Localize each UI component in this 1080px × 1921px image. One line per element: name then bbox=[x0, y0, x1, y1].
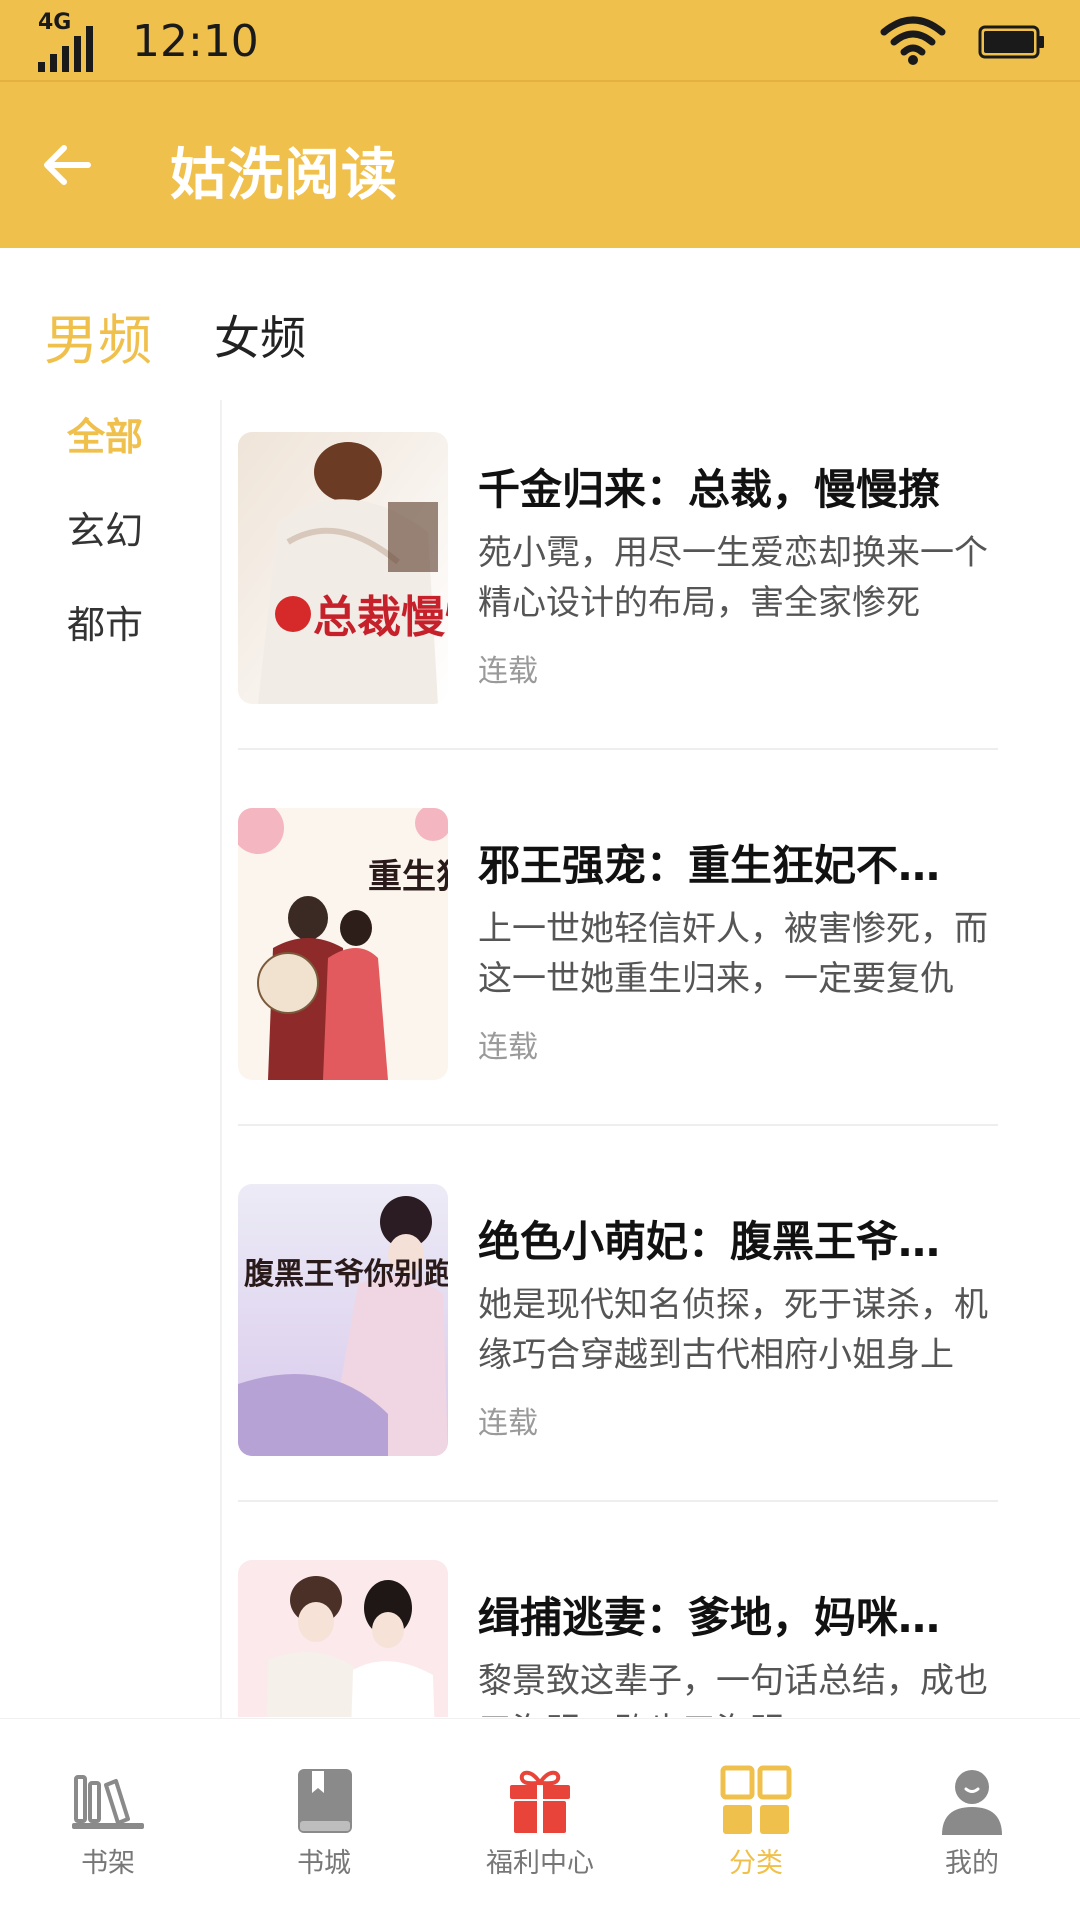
wifi-icon bbox=[880, 16, 946, 65]
book-cover[interactable]: 总裁慢慢撩 bbox=[238, 432, 448, 704]
nav-category[interactable]: 分类 bbox=[648, 1763, 864, 1880]
book-item[interactable]: 缉捕逃妻：爹地，妈咪又跑了 黎景致这辈子，一句话总结，成也三海明，败也三海明 连… bbox=[238, 1548, 998, 1717]
book-item[interactable]: 重生狂妃不好惹 邪王强宠：重生狂妃不好惹 上一世她轻信奸人，被害惨死，而这一世她… bbox=[238, 796, 998, 1172]
app-header: 姑洗阅读 bbox=[0, 82, 1080, 248]
nav-welfare-center[interactable]: 福利中心 bbox=[432, 1763, 648, 1880]
status-bar: 4G 12:10 bbox=[0, 0, 1080, 82]
list-divider bbox=[238, 1500, 998, 1502]
person-icon bbox=[942, 1770, 1002, 1835]
list-divider bbox=[238, 748, 998, 750]
tab-female[interactable]: 女频 bbox=[214, 302, 306, 368]
cover-title-text: 重生狂妃不好惹 bbox=[368, 858, 448, 896]
book-title[interactable]: 邪王强宠：重生狂妃不好惹 bbox=[478, 832, 958, 893]
book-list[interactable]: 总裁慢慢撩 千金归来：总裁，慢慢撩 苑小霓，用尽一生爱恋却换来一个精心设计的布局… bbox=[238, 420, 998, 1717]
book-title[interactable]: 缉捕逃妻：爹地，妈咪又跑了 bbox=[478, 1584, 958, 1645]
cover-title-text: 腹黑王爷你别跑 bbox=[244, 1258, 448, 1291]
page-title: 姑洗阅读 bbox=[170, 143, 398, 208]
book-description: 她是现代知名侦探，死于谋杀，机缘巧合穿越到古代相府小姐身上 bbox=[478, 1285, 988, 1375]
back-arrow-icon[interactable] bbox=[38, 136, 96, 194]
book-icon bbox=[298, 1769, 352, 1833]
book-status: 连载 bbox=[478, 1030, 538, 1065]
book-item[interactable]: 腹黑王爷你别跑 绝色小萌妃：腹黑王爷你别跑 她是现代知名侦探，死于谋杀，机缘巧合… bbox=[238, 1172, 998, 1548]
book-status: 连载 bbox=[478, 654, 538, 689]
book-description: 苑小霓，用尽一生爱恋却换来一个精心设计的布局，害全家惨死 bbox=[478, 533, 988, 623]
bottom-nav: 书架 书城 福利中心 分类 我的 bbox=[0, 1718, 1080, 1921]
nav-bookstore[interactable]: 书城 bbox=[216, 1763, 432, 1880]
book-description: 上一世她轻信奸人，被害惨死，而这一世她重生归来，一定要复仇 bbox=[478, 909, 988, 999]
nav-bookshelf[interactable]: 书架 bbox=[0, 1763, 216, 1880]
list-divider bbox=[238, 1124, 998, 1126]
book-cover[interactable]: 重生狂妃不好惹 bbox=[238, 808, 448, 1080]
battery-icon bbox=[978, 25, 1044, 59]
category-dushi[interactable]: 都市 bbox=[0, 594, 210, 649]
gift-icon bbox=[510, 1770, 570, 1833]
nav-label: 书架 bbox=[81, 1848, 135, 1879]
book-status: 连载 bbox=[478, 1406, 538, 1441]
clock: 12:10 bbox=[132, 16, 259, 67]
book-cover[interactable]: 腹黑王爷你别跑 bbox=[238, 1184, 448, 1456]
category-grid-icon bbox=[720, 1765, 792, 1834]
category-divider bbox=[220, 400, 222, 1720]
signal-icon bbox=[38, 26, 93, 72]
cover-title-text: 总裁慢慢撩 bbox=[313, 593, 448, 642]
book-title[interactable]: 绝色小萌妃：腹黑王爷你别跑 bbox=[478, 1208, 958, 1269]
nav-label: 书城 bbox=[297, 1848, 351, 1879]
bookshelf-icon bbox=[72, 1775, 144, 1829]
tab-male[interactable]: 男频 bbox=[44, 296, 152, 375]
category-xuanhuan[interactable]: 玄幻 bbox=[0, 500, 210, 555]
book-item[interactable]: 总裁慢慢撩 千金归来：总裁，慢慢撩 苑小霓，用尽一生爱恋却换来一个精心设计的布局… bbox=[238, 420, 998, 796]
nav-label: 分类 bbox=[729, 1848, 783, 1879]
category-all[interactable]: 全部 bbox=[0, 406, 210, 461]
nav-mine[interactable]: 我的 bbox=[864, 1763, 1080, 1880]
book-title[interactable]: 千金归来：总裁，慢慢撩 bbox=[478, 456, 958, 517]
book-cover[interactable] bbox=[238, 1560, 448, 1717]
nav-label: 我的 bbox=[945, 1848, 999, 1879]
book-description: 黎景致这辈子，一句话总结，成也三海明，败也三海明 bbox=[478, 1661, 988, 1717]
nav-label: 福利中心 bbox=[486, 1848, 594, 1879]
